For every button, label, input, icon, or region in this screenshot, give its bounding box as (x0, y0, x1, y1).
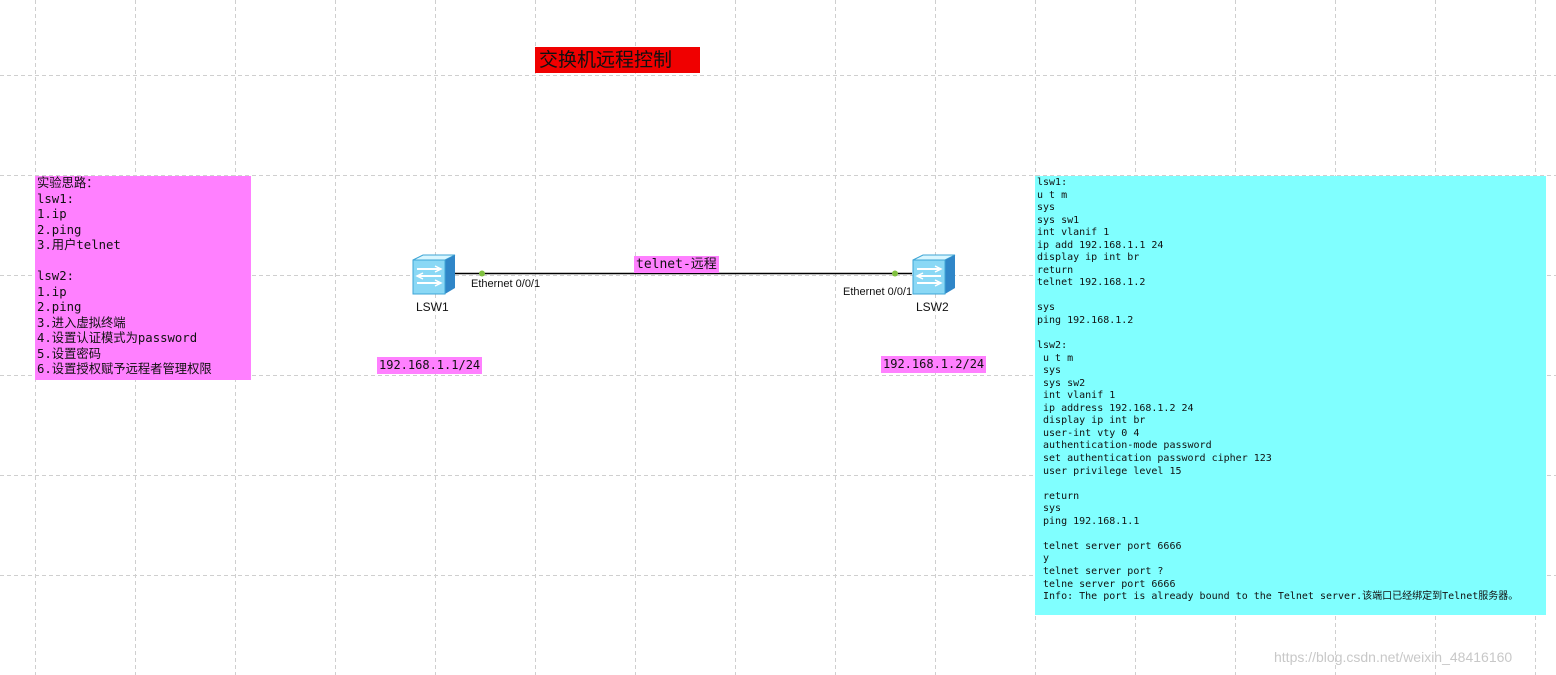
command-line: display ip int br (1037, 415, 1146, 427)
port-dot-lsw1 (479, 270, 485, 277)
command-line: Info: The port is already bound to the T… (1037, 591, 1519, 603)
command-line: set authentication password cipher 123 (1037, 453, 1272, 465)
command-line: authentication-mode password (1037, 440, 1212, 452)
link-label[interactable]: telnet-远程 (634, 256, 719, 273)
command-line: sys (1037, 503, 1062, 515)
port-dot-lsw2 (892, 270, 898, 277)
switch-icon[interactable] (409, 252, 457, 296)
command-line: u t m (1037, 189, 1068, 201)
command-notes[interactable]: lsw1: u t m sys sys sw1 int vlanif 1 ip … (1035, 176, 1546, 615)
ip-label-lsw2[interactable]: 192.168.1.2/24 (881, 356, 987, 373)
command-line: ping 192.168.1.2 (1037, 315, 1134, 327)
command-line: telnet server port 6666 (1037, 540, 1182, 552)
command-line: ping 192.168.1.1 (1037, 515, 1140, 527)
command-line: user-int vty 0 4 (1037, 427, 1140, 439)
command-line: return (1037, 490, 1080, 502)
device-name-lsw2: LSW2 (916, 300, 949, 314)
command-line: int vlanif 1 (1037, 390, 1116, 402)
command-line: ip add 192.168.1.1 24 (1037, 239, 1164, 251)
command-line: int vlanif 1 (1037, 227, 1110, 239)
ip-label-lsw1[interactable]: 192.168.1.1/24 (377, 357, 483, 374)
command-line: sys sw2 (1037, 377, 1086, 389)
switch-icon[interactable] (909, 252, 957, 296)
command-line (1037, 328, 1546, 341)
command-line: display ip int br (1037, 252, 1140, 264)
command-line: lsw1: (1037, 177, 1068, 188)
command-line: ip address 192.168.1.2 24 (1037, 402, 1194, 414)
device-name-lsw1: LSW1 (416, 300, 449, 314)
command-line (1037, 478, 1546, 491)
command-line: sys (1037, 202, 1056, 214)
command-line: sys (1037, 302, 1056, 314)
command-line: sys sw1 (1037, 214, 1080, 226)
command-line: telnet server port ? (1037, 565, 1164, 577)
command-line: y (1037, 553, 1050, 565)
command-line: lsw2: (1037, 340, 1068, 352)
command-line: sys (1037, 365, 1062, 377)
command-line: telnet 192.168.1.2 (1037, 277, 1146, 289)
command-line (1037, 290, 1546, 303)
command-line: telne server port 6666 (1037, 578, 1176, 590)
command-line: return (1037, 264, 1074, 276)
command-line (1037, 528, 1546, 541)
command-line: user privilege level 15 (1037, 465, 1182, 477)
watermark: https://blog.csdn.net/weixin_48416160 (1274, 649, 1513, 665)
command-line: u t m (1037, 352, 1074, 364)
port-label-lsw2: Ethernet 0/0/1 (843, 286, 913, 298)
port-label-lsw1: Ethernet 0/0/1 (471, 278, 541, 290)
